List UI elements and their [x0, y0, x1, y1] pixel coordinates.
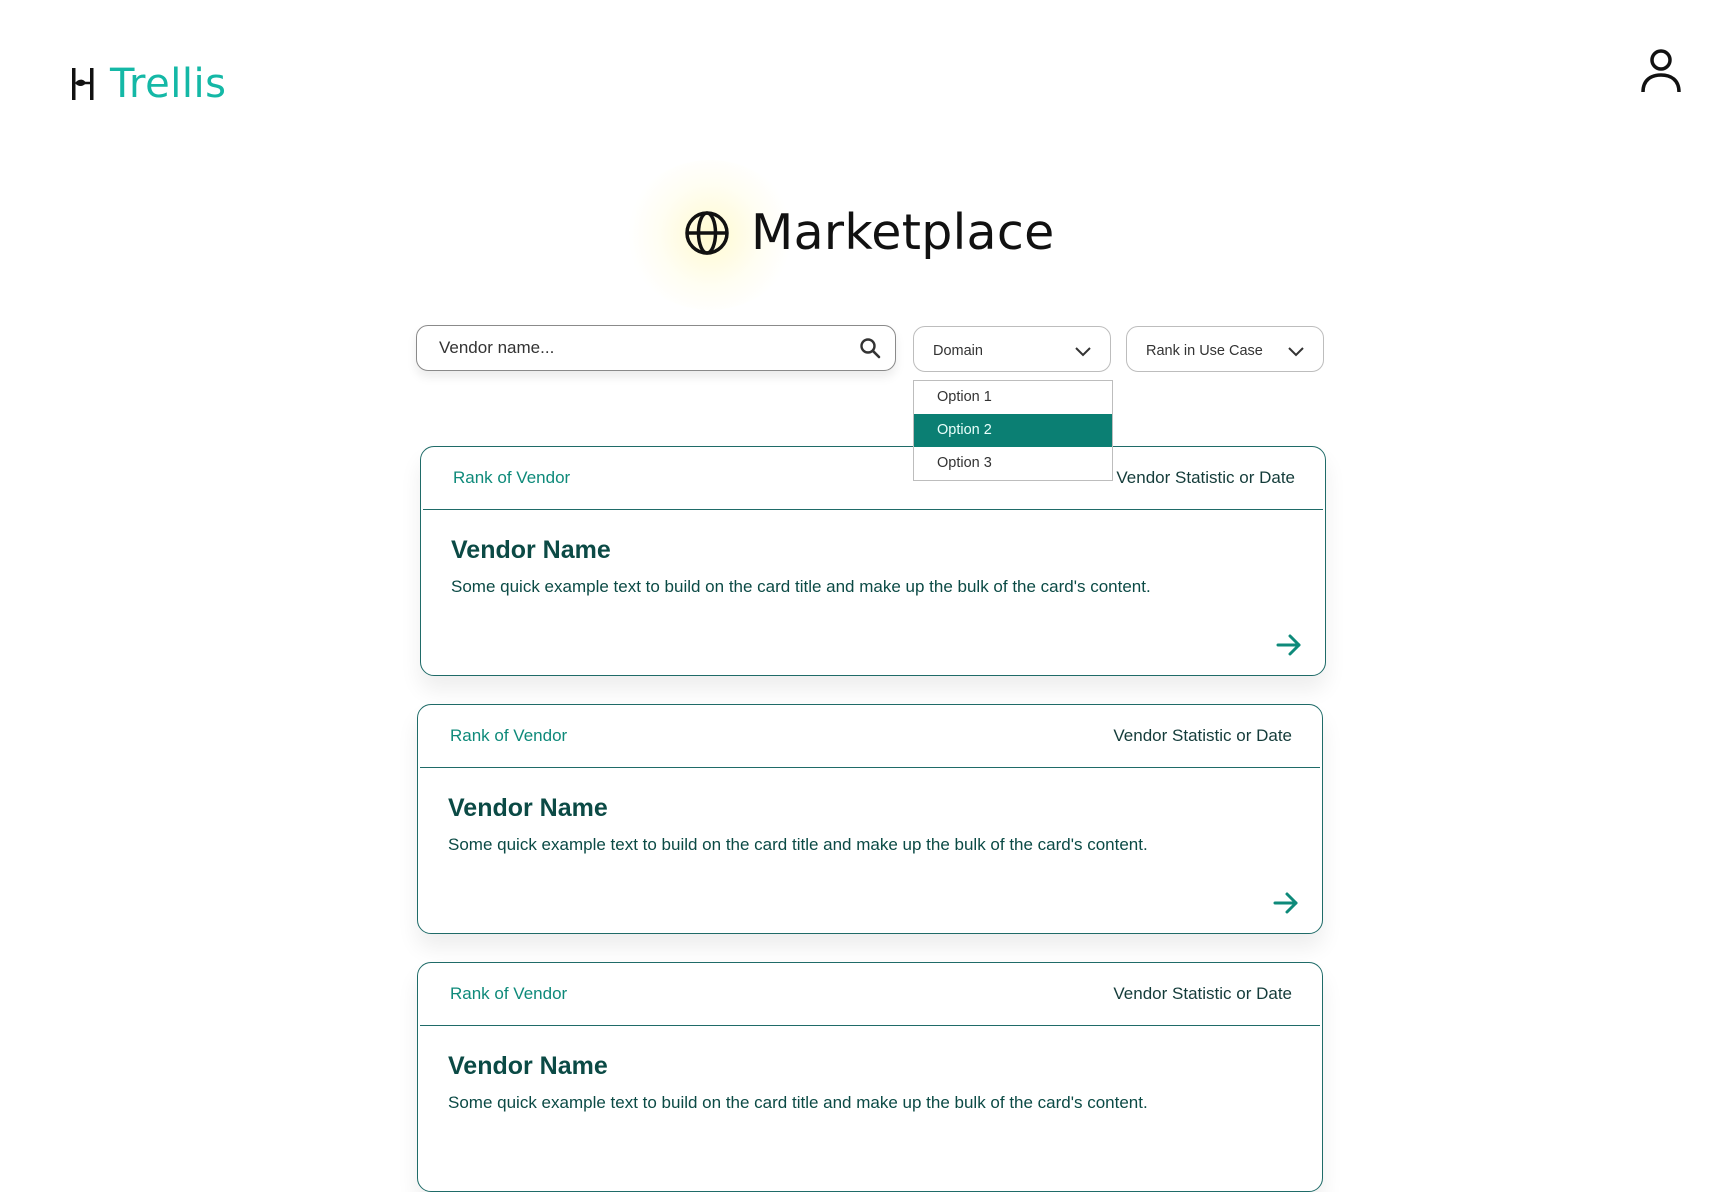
- vendor-name: Vendor Name: [448, 1052, 608, 1080]
- vendor-description: Some quick example text to build on the …: [448, 835, 1148, 854]
- vendor-statistic: Vendor Statistic or Date: [1113, 984, 1292, 1003]
- rank-select[interactable]: Rank in Use Case: [1126, 326, 1324, 372]
- brand-name: Trellis: [110, 61, 227, 107]
- card-header: Rank of Vendor Vendor Statistic or Date: [420, 705, 1320, 768]
- vendor-statistic: Vendor Statistic or Date: [1116, 468, 1295, 487]
- dropdown-option[interactable]: Option 1: [914, 381, 1112, 414]
- arrow-right-icon[interactable]: [1272, 889, 1300, 917]
- search-input[interactable]: [437, 337, 859, 359]
- vendor-rank: Rank of Vendor: [450, 984, 568, 1003]
- page-title-text: Marketplace: [751, 204, 1055, 261]
- vendor-description: Some quick example text to build on the …: [448, 1093, 1148, 1112]
- domain-select-label: Domain: [933, 343, 983, 359]
- brand-logo[interactable]: Trellis: [70, 64, 226, 104]
- vendor-name: Vendor Name: [451, 536, 611, 564]
- vendor-statistic: Vendor Statistic or Date: [1113, 726, 1292, 745]
- dropdown-option-selected[interactable]: Option 2: [914, 414, 1112, 447]
- arrow-right-icon[interactable]: [1275, 631, 1303, 659]
- search-icon[interactable]: [859, 337, 881, 359]
- page-title: Marketplace: [683, 204, 1055, 261]
- dropdown-option[interactable]: Option 3: [914, 447, 1112, 480]
- vendor-card[interactable]: Rank of Vendor Vendor Statistic or Date …: [420, 446, 1326, 676]
- card-header: Rank of Vendor Vendor Statistic or Date: [420, 963, 1320, 1026]
- vendor-rank: Rank of Vendor: [450, 726, 568, 745]
- vendor-card[interactable]: Rank of Vendor Vendor Statistic or Date …: [417, 962, 1323, 1192]
- vendor-card[interactable]: Rank of Vendor Vendor Statistic or Date …: [417, 704, 1323, 934]
- domain-select[interactable]: Domain: [913, 326, 1111, 372]
- vendor-name: Vendor Name: [448, 794, 608, 822]
- user-icon[interactable]: [1640, 46, 1682, 96]
- rank-select-label: Rank in Use Case: [1146, 343, 1263, 359]
- chevron-down-icon: [1075, 347, 1091, 357]
- globe-icon: [685, 210, 729, 255]
- vendor-rank: Rank of Vendor: [453, 468, 571, 487]
- card-header: Rank of Vendor Vendor Statistic or Date: [423, 447, 1323, 510]
- vendor-description: Some quick example text to build on the …: [451, 577, 1151, 596]
- trellis-logo-icon: [72, 68, 94, 100]
- domain-dropdown-menu: Option 1 Option 2 Option 3: [913, 380, 1113, 481]
- search-box[interactable]: [416, 325, 896, 371]
- chevron-down-icon: [1288, 347, 1304, 357]
